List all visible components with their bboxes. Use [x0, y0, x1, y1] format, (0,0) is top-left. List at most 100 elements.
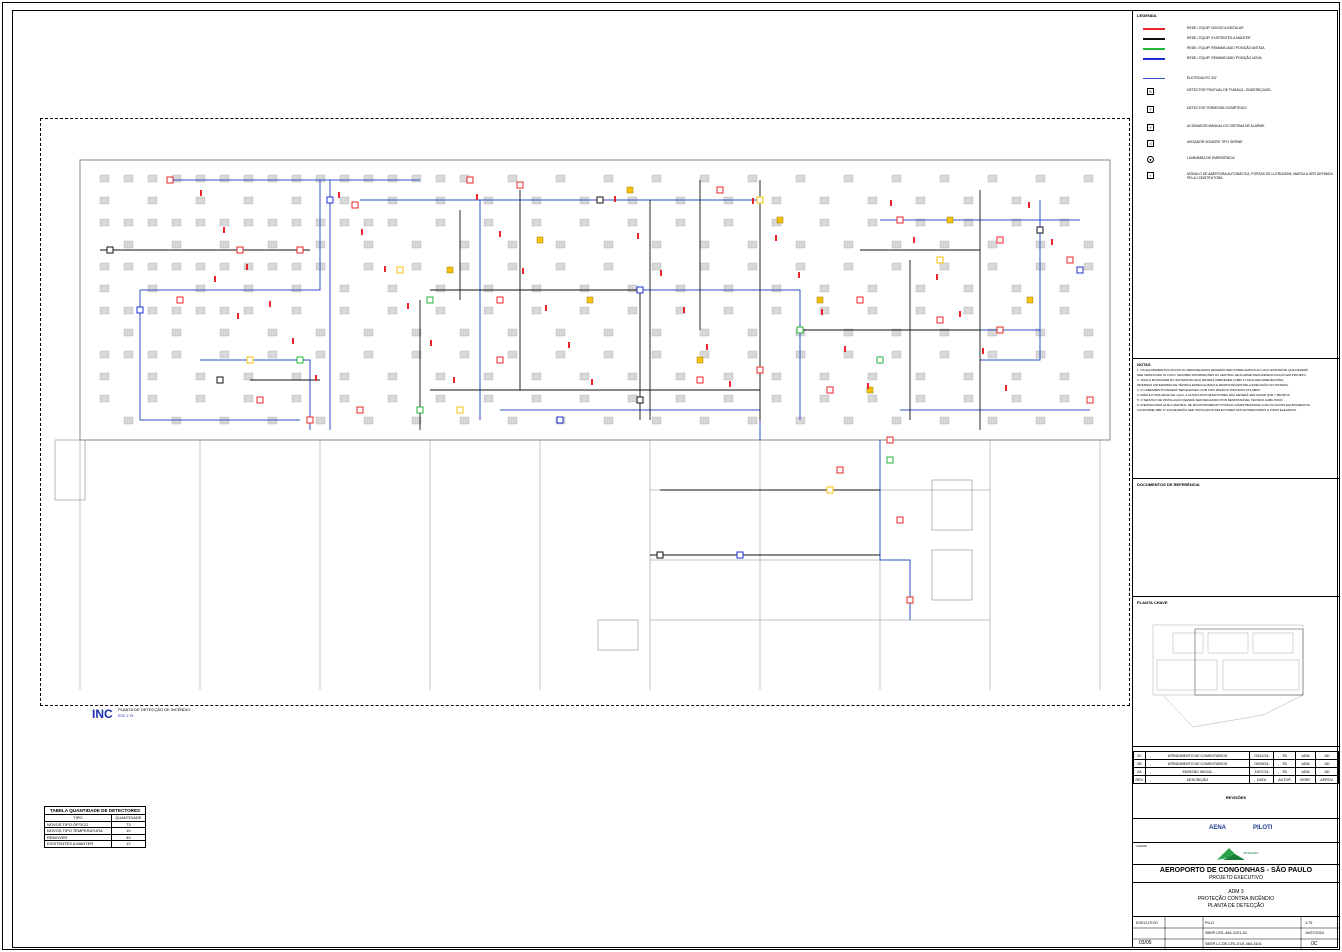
- company-value: PILO: [1205, 921, 1214, 925]
- reference-docs-title: DOCUMENTOS DE REFERÊNCIA: [1137, 482, 1200, 487]
- legend-item-existing: REDE / EQUIP. EXISTENTES A MANTER: [1143, 36, 1333, 42]
- legend-label: REDE / EQUIP. REMANEJADO POSIÇÃO ANTIGA: [1187, 46, 1265, 50]
- code-1-value: SBSP-CRL-484-3101-0C: [1205, 931, 1248, 935]
- detector-table-title: TABELA QUANTIDADE DE DETECTORES: [44, 806, 146, 815]
- revisions-table: 0C ATENDIMENTO DE COMENTÁRIOS 03/12/24 T…: [1133, 751, 1339, 784]
- rev-date: 09/09/24: [1248, 759, 1275, 768]
- rev-code: 0A: [1133, 767, 1146, 776]
- note-line: 4. MÓDULO ISOLADOR DE LAÇO, A ALTURA DOS…: [1137, 393, 1291, 397]
- note-line: INTERNAS ANTERIORES DE TÉCNICA ESPECIALI…: [1137, 383, 1289, 387]
- green-line-swatch: [1143, 48, 1165, 50]
- revisions-caption: REVISÕES: [1225, 795, 1247, 800]
- project-phase: PROJETO EXECUTIVO: [1209, 875, 1263, 881]
- legend-symbol-heat: T DETECTOR TERMOVELOCIMÉTRICO: [1147, 106, 1337, 113]
- blue-line-swatch: [1143, 58, 1165, 60]
- rev-approve: AD: [1315, 767, 1339, 776]
- drawing-scale: ESC 1:75: [118, 714, 134, 718]
- drawing-code: INC: [92, 707, 113, 721]
- legend-label: DETECTOR TERMOVELOCIMÉTRICO: [1187, 106, 1247, 110]
- detector-table-header: QUANTIDADE: [110, 814, 147, 822]
- rev-check: ADM: [1294, 767, 1317, 776]
- manual-call-point-icon: Y: [1147, 124, 1154, 131]
- key-plan-image: [1152, 624, 1304, 728]
- legend-label: ACIONADOR MANUAL DO SISTEMA DE ALARME: [1187, 124, 1265, 128]
- revision-header-row: REV. DESCRIÇÃO DATA AUTOR VERIF. APROV.: [1133, 775, 1339, 784]
- revision-row: 0A EMISSÃO INICIAL 19/07/24 TB ADM AD: [1133, 767, 1339, 776]
- revision-row: 0C ATENDIMENTO DE COMENTÁRIOS 03/12/24 T…: [1133, 751, 1339, 760]
- legend-label: REDE / EQUIP. NOVOS A INSTALAR: [1187, 26, 1244, 30]
- legend-item-conduit: ELETRODUTO 3/4": [1143, 76, 1333, 82]
- sheet-title-2: PROTEÇÃO CONTRA INCÊNDIO: [1197, 896, 1275, 902]
- client-section: CLIENTE INFRAERO: [1133, 842, 1339, 864]
- legend-symbol-emergency-light: ● LUMINÁRIA DE EMERGÊNCIA: [1147, 156, 1337, 163]
- notes-title: NOTAS: [1137, 362, 1151, 367]
- legend-symbol-module: ▪ MÓDULO DE ABERTURA AUTOMÁTICA, PORTAS …: [1147, 172, 1337, 180]
- rev-author: TB: [1273, 751, 1296, 760]
- legend-label: REDE / EQUIP. EXISTENTES A MANTER: [1187, 36, 1251, 40]
- detector-qty: 12: [110, 840, 147, 848]
- rev-date: 19/07/24: [1248, 767, 1275, 776]
- rev-check: ADM: [1294, 751, 1317, 760]
- title-block-panel: LEGENDA REDE / EQUIP. NOVOS A INSTALAR R…: [1132, 10, 1339, 949]
- sheet-codes-section: EXECUTIVO PILO 1:75 SBSP-CRL-484-3101-0C…: [1133, 916, 1339, 949]
- sheet-number: 03/05: [1139, 940, 1152, 946]
- status-value: EXECUTIVO: [1136, 921, 1158, 925]
- rev-author: TB: [1273, 759, 1296, 768]
- legend-section: LEGENDA REDE / EQUIP. NOVOS A INSTALAR R…: [1133, 10, 1339, 358]
- plan-viewport: [40, 118, 1130, 706]
- legend-label: AVISADOR SONORO TIPO SIRENE: [1187, 140, 1243, 144]
- revision-row: 0B ATENDIMENTO DE COMENTÁRIOS 09/09/24 T…: [1133, 759, 1339, 768]
- rev-check: ADM: [1294, 759, 1317, 768]
- sheet-title-section: ADM 3 PROTEÇÃO CONTRA INCÊNDIO PLANTA DE…: [1133, 882, 1339, 916]
- rev-header: APROV.: [1315, 775, 1339, 784]
- conduit-swatch: [1143, 78, 1165, 79]
- note-line: CONFORME NBR 17.240 DEVERÃO SER INSTALAD…: [1137, 408, 1297, 412]
- note-line: 5. O SERVIÇO DE INSTALAÇÃO DEVERÁ SER RE…: [1137, 398, 1284, 402]
- rev-desc: ATENDIMENTO DE COMENTÁRIOS: [1145, 759, 1250, 768]
- legend-symbol-manual: Y ACIONADOR MANUAL DO SISTEMA DE ALARME: [1147, 124, 1337, 131]
- legend-title: LEGENDA: [1137, 13, 1157, 18]
- detector-quantity-table: TABELA QUANTIDADE DE DETECTORES TIPO QUA…: [44, 806, 147, 848]
- revisions-section: 0C ATENDIMENTO DE COMENTÁRIOS 03/12/24 T…: [1133, 746, 1339, 818]
- legend-label: LUMINÁRIA DE EMERGÊNCIA: [1187, 156, 1235, 160]
- drawing-sheet: INC PLANTA DE DETECÇÃO DE INCÊNDIO ESC 1…: [0, 0, 1342, 952]
- note-line: SER VERIFICADO IN LOCO. MAIORES INFORMAÇ…: [1137, 373, 1307, 377]
- project-name: AEROPORTO DE CONGONHAS - SÃO PAULO: [1159, 867, 1313, 874]
- rev-header: AUTOR: [1273, 775, 1296, 784]
- siren-icon: ◁: [1147, 140, 1154, 147]
- piloti-logo: PILOTI: [1253, 825, 1273, 831]
- rev-header: DESCRIÇÃO: [1145, 775, 1250, 784]
- legend-label: REDE / EQUIP. REMANEJADO POSIÇÃO NOVA: [1187, 56, 1262, 60]
- rev-desc: ATENDIMENTO DE COMENTÁRIOS: [1145, 751, 1250, 760]
- note-line: 2. TODA A MONTAGEM DO SISTEMA DE SDAI DE…: [1137, 378, 1284, 382]
- rev-author: TB: [1273, 767, 1296, 776]
- rev-desc: EMISSÃO INICIAL: [1145, 767, 1250, 776]
- rev-date: 03/12/24: [1248, 751, 1275, 760]
- contractor-logos: AENA PILOTI: [1133, 818, 1339, 842]
- rev-code: 0B: [1133, 759, 1146, 768]
- rev-approve: AD: [1315, 759, 1339, 768]
- note-line: 6. ATENTAR PARA QUE A CENTRAL DE MONITOR…: [1137, 403, 1311, 407]
- note-line: 1. OS EQUIPAMENTOS NOVOS OU REMANEJADOS …: [1137, 368, 1308, 372]
- legend-label: ELETRODUTO 3/4": [1187, 76, 1217, 80]
- key-plan-section: PLANTA CHAVE: [1133, 596, 1339, 746]
- drawing-subtitle: PLANTA DE DETECÇÃO DE INCÊNDIO: [118, 707, 191, 712]
- scale-value: 1:75: [1305, 921, 1313, 925]
- client-label: CLIENTE: [1136, 845, 1147, 848]
- project-section: AEROPORTO DE CONGONHAS - SÃO PAULO PROJE…: [1133, 864, 1339, 882]
- detector-type: EXISTENTES A MANTER: [44, 840, 112, 848]
- reference-docs-section: DOCUMENTOS DE REFERÊNCIA: [1133, 478, 1339, 596]
- legend-symbol-smoke: S DETECTOR PONTUAL DE FUMAÇA - ENDEREÇÁV…: [1147, 88, 1337, 95]
- client-logo-text: INFRAERO: [1243, 851, 1259, 855]
- sheet-title-1: ADM 3: [1228, 889, 1244, 895]
- detector-type: NOVOS TIPO TEMPERATURA: [44, 827, 112, 835]
- date-value: 19/07/2024: [1305, 931, 1325, 935]
- heat-detector-icon: T: [1147, 106, 1154, 113]
- code-2-value: SBSP-L1-DE-CRL-ELE-484-3101: [1205, 942, 1262, 946]
- rev-approve: AD: [1315, 751, 1339, 760]
- rev-value: 0C: [1311, 941, 1318, 947]
- emergency-light-icon: ●: [1147, 156, 1154, 163]
- note-line: 3. O CABEAMENTO DEVERÁ SER ELEVADO COM F…: [1137, 388, 1261, 392]
- legend-symbol-siren: ◁ AVISADOR SONORO TIPO SIRENE: [1147, 140, 1337, 147]
- rev-header: VERIF.: [1294, 775, 1317, 784]
